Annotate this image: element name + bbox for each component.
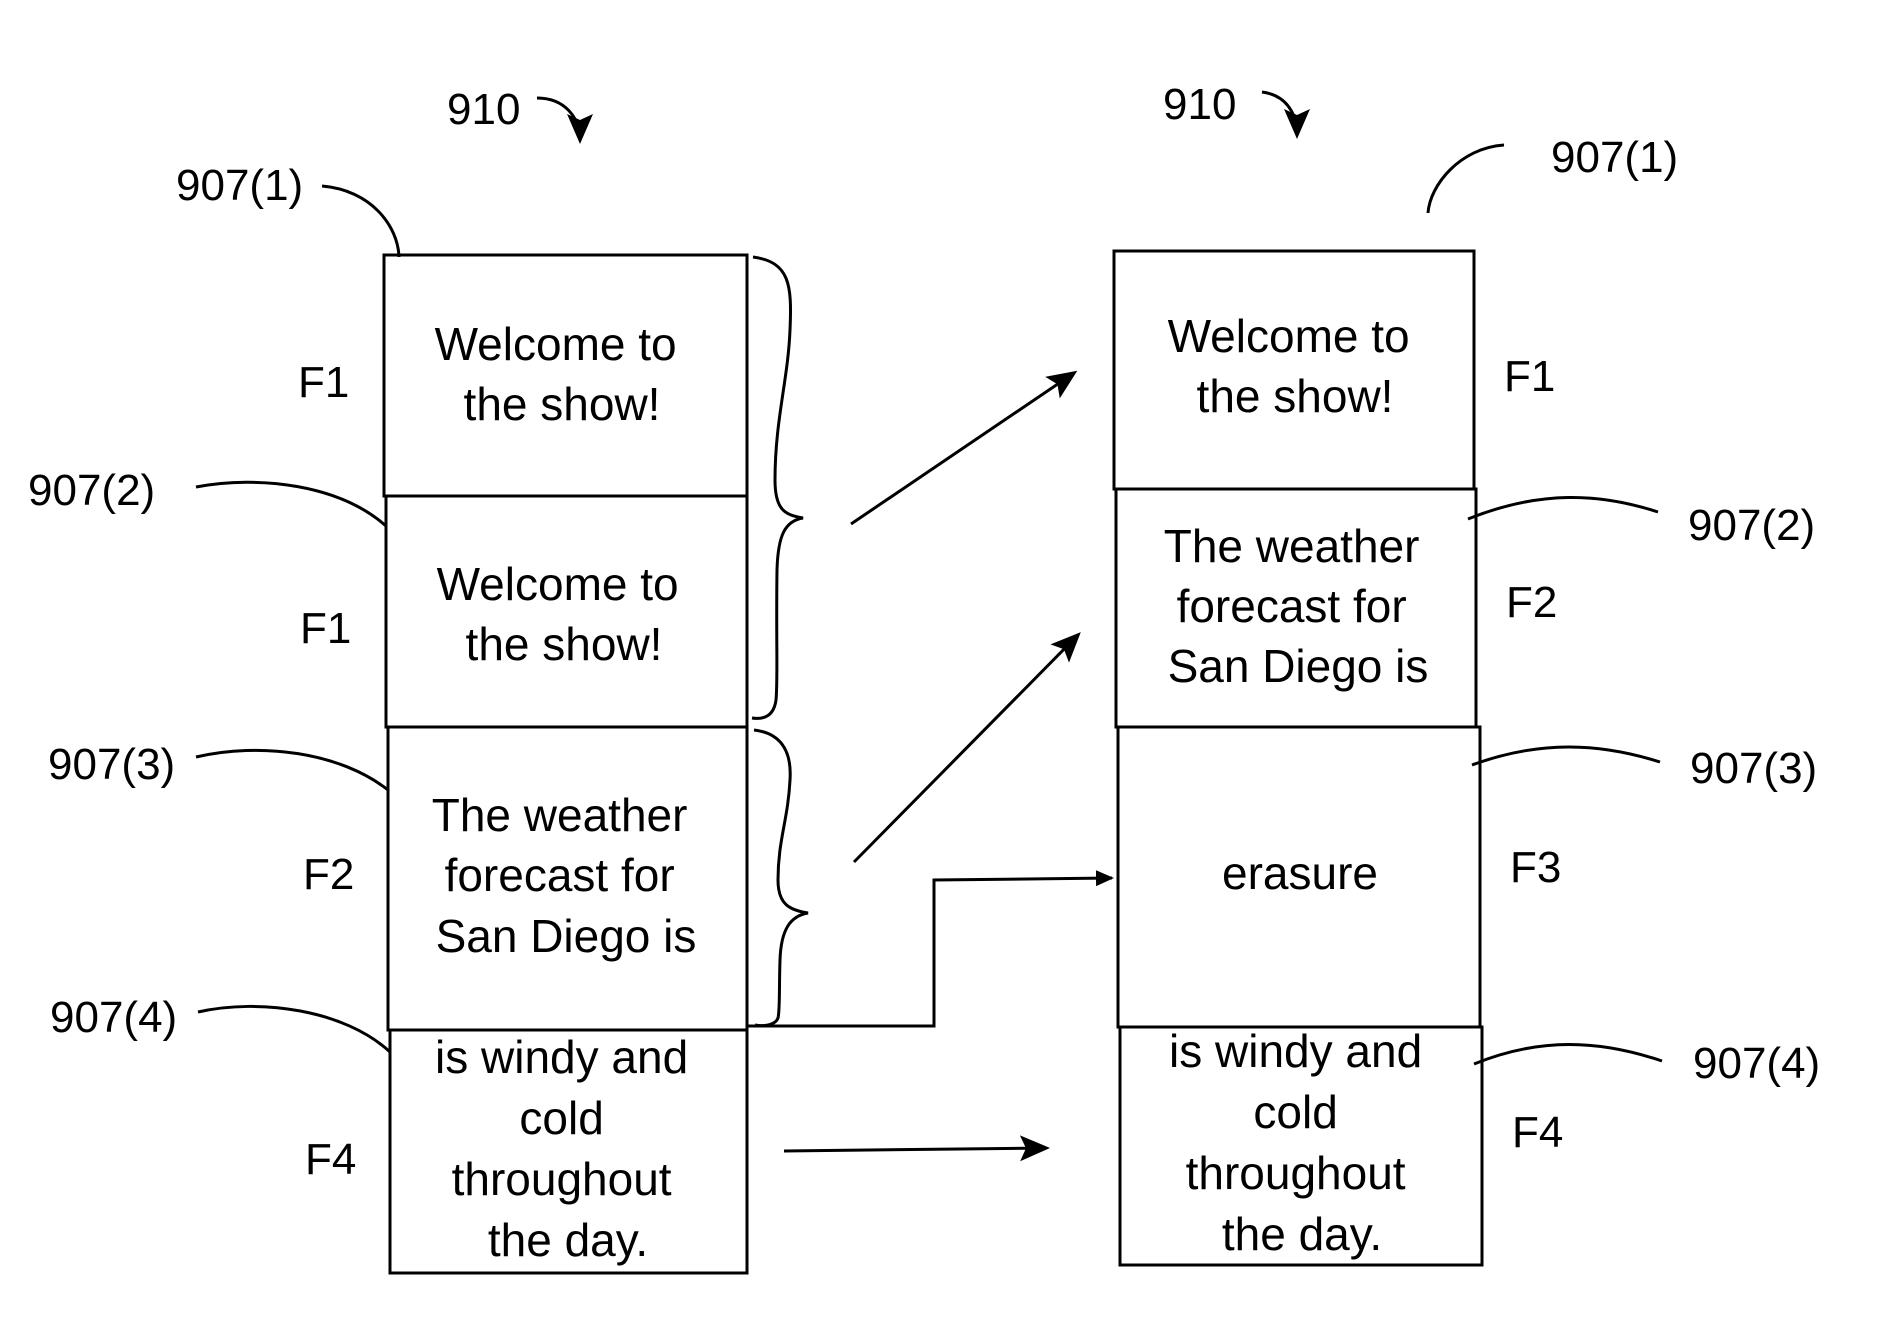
right-group-ref-arrow-icon (1261, 90, 1310, 139)
right-frame-3-leader (1471, 745, 1661, 767)
right-frame-2-ref: 907(2) (1688, 501, 1815, 550)
left-frame-2-ref: 907(2) (28, 466, 155, 515)
left-frame-2-leader (195, 480, 387, 528)
left-frame-1-ref: 907(1) (176, 161, 303, 210)
frame-mapping-diagram: 910 Welcome to the show! Welcome to the … (28, 80, 1820, 1275)
left-group-ref-arrow-icon (536, 96, 593, 144)
left-frame-1-leader (321, 184, 401, 258)
left-frame-2 (384, 494, 749, 729)
elbow-connector-to-erasure (747, 870, 1114, 1028)
left-frame-3-leader (195, 748, 389, 792)
left-frame-4-leader (197, 1004, 392, 1054)
right-frame-2-label: F2 (1506, 578, 1557, 627)
right-frame-3-ref: 907(3) (1690, 744, 1817, 793)
arrow-f4-to-right-f4 (783, 1135, 1050, 1162)
right-frame-4-label: F4 (1512, 1108, 1563, 1157)
left-frame-1 (382, 253, 749, 498)
right-frame-2-leader (1467, 495, 1659, 521)
left-frame-4-label: F4 (305, 1135, 356, 1184)
right-frame-1-label: F1 (1504, 352, 1555, 401)
right-frame-3-text: erasure (1222, 847, 1378, 899)
left-brace-frame-3 (753, 728, 809, 1028)
left-frame-2-label: F1 (300, 604, 351, 653)
right-frame-4-leader (1473, 1043, 1663, 1066)
left-frame-1-label: F1 (298, 358, 349, 407)
left-group-ref: 910 (447, 85, 520, 134)
arrow-f1-to-right-f1 (850, 370, 1078, 526)
left-frame-4-ref: 907(4) (50, 993, 177, 1042)
left-frame-3-text: The weather forecast for San Diego is (432, 789, 700, 962)
right-frame-4-ref: 907(4) (1693, 1039, 1820, 1088)
left-brace-frames-1-2 (751, 255, 804, 720)
right-frame-1-ref: 907(1) (1551, 133, 1678, 182)
left-frame-3-ref: 907(3) (48, 740, 175, 789)
right-column: 910 Welcome to the show! The weather for… (1112, 80, 1820, 1267)
right-group-ref: 910 (1163, 80, 1236, 129)
right-frame-2-text: The weather forecast for San Diego is (1164, 520, 1432, 692)
arrow-f2-to-right-f2 (852, 632, 1081, 864)
right-frame-3-label: F3 (1510, 843, 1561, 892)
right-frame-1-leader (1426, 143, 1505, 214)
left-frame-3-label: F2 (303, 850, 354, 899)
left-column: 910 Welcome to the show! Welcome to the … (28, 85, 1114, 1275)
